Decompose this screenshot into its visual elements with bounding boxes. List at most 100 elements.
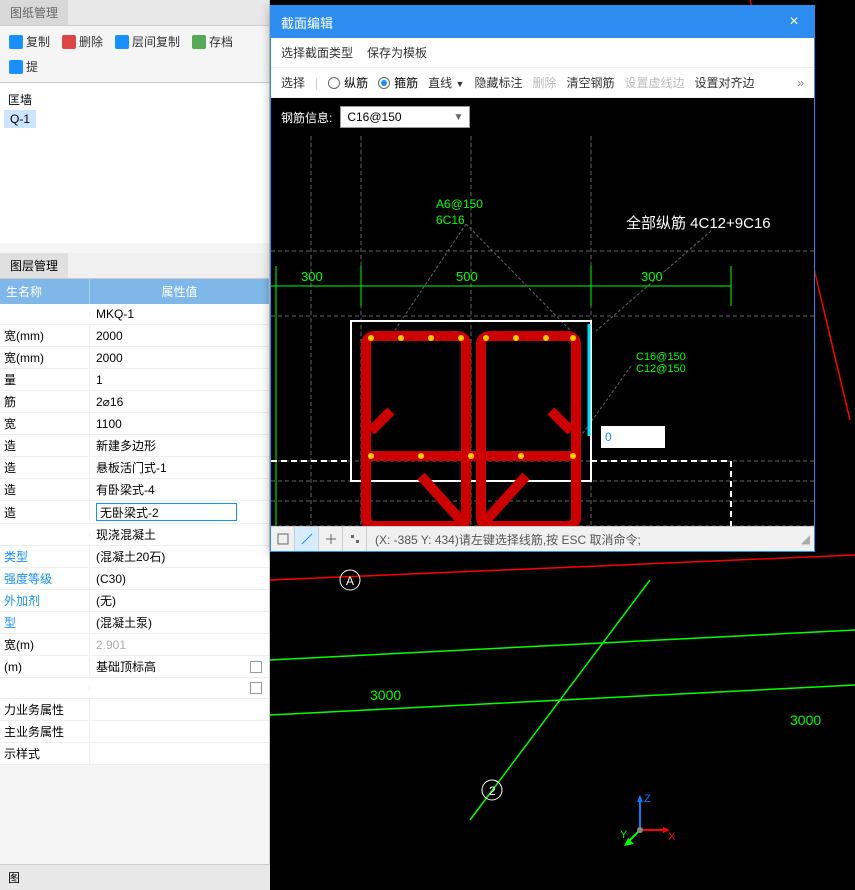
property-row[interactable]: MKQ-1	[0, 304, 269, 325]
prop-value[interactable]: MKQ-1	[90, 305, 243, 323]
submit-button[interactable]: 提	[4, 55, 43, 78]
prop-value-input[interactable]	[96, 503, 237, 521]
delete-button[interactable]: 删除	[57, 30, 108, 53]
prop-value[interactable]: 2000	[90, 327, 243, 345]
property-row[interactable]: (m)基础顶标高	[0, 656, 269, 678]
prop-name: 力业务属性	[0, 699, 90, 720]
prop-value[interactable]: 新建多边形	[90, 435, 243, 456]
prop-value[interactable]	[90, 501, 243, 523]
dialog-titlebar[interactable]: 截面编辑 ×	[271, 6, 814, 38]
tree-area[interactable]: 匡墙 Q-1	[0, 83, 269, 243]
property-row[interactable]: 宽1100	[0, 413, 269, 435]
prop-name: 宽(mm)	[0, 347, 90, 368]
property-row[interactable]: 宽(mm)2000	[0, 347, 269, 369]
property-row[interactable]: 现浇混凝土	[0, 524, 269, 546]
hide-annotation[interactable]: 隐藏标注	[474, 74, 522, 91]
property-row[interactable]: 造新建多边形	[0, 435, 269, 457]
tab-layer-mgmt[interactable]: 图层管理	[0, 253, 68, 278]
prop-name: 主业务属性	[0, 721, 90, 742]
save-as-template[interactable]: 保存为模板	[367, 44, 427, 61]
property-row[interactable]: 量1	[0, 369, 269, 391]
prop-name: 量	[0, 369, 90, 390]
property-row[interactable]: 强度等级(C30)	[0, 568, 269, 590]
rebar-info-combo[interactable]: C16@150▼	[340, 106, 470, 128]
property-row[interactable]: 型(混凝土泵)	[0, 612, 269, 634]
coordinate-readout: (X: -385 Y: 434)请左键选择线筋,按 ESC 取消命令;	[367, 531, 649, 548]
copy-button[interactable]: 复制	[4, 30, 55, 53]
prop-name	[0, 312, 90, 316]
prop-value[interactable]	[90, 686, 243, 690]
layer-copy-button[interactable]: 层间复制	[110, 30, 185, 53]
checkbox[interactable]	[250, 682, 262, 694]
prop-value[interactable]: (混凝土20石)	[90, 546, 243, 567]
section-canvas[interactable]: 300 500 300 A6@150 6C16 全部纵筋 4C12+9C16 C…	[271, 136, 814, 526]
prop-value[interactable]: 1	[90, 371, 243, 389]
label-c12-150: C12@150	[636, 363, 686, 375]
property-row[interactable]: 类型(混凝土20石)	[0, 546, 269, 568]
label-all-longitudinal: 全部纵筋 4C12+9C16	[626, 214, 771, 232]
prop-value[interactable]: 2⌀16	[90, 393, 243, 411]
prop-value[interactable]: (混凝土泵)	[90, 612, 243, 633]
ortho-mode-icon[interactable]	[295, 527, 319, 551]
select-section-type[interactable]: 选择截面类型	[281, 44, 353, 61]
property-row[interactable]: 宽(m)2.901	[0, 634, 269, 656]
delete-rebar[interactable]: 删除	[532, 74, 556, 91]
prop-value[interactable]: 2.901	[90, 636, 243, 654]
select-tool[interactable]: 选择	[281, 74, 305, 91]
prop-value[interactable]: 现浇混凝土	[90, 524, 243, 545]
prop-checkbox-cell	[243, 661, 269, 673]
property-row[interactable]: 造	[0, 501, 269, 524]
clear-rebar[interactable]: 清空钢筋	[566, 74, 614, 91]
set-dashed-edge[interactable]: 设置虚线边	[625, 74, 685, 91]
prop-value[interactable]	[90, 752, 243, 756]
prop-name: 筋	[0, 391, 90, 412]
dim-3000-2: 3000	[790, 712, 821, 728]
property-row[interactable]: 造有卧梁式-4	[0, 479, 269, 501]
property-row[interactable]: 示样式	[0, 743, 269, 765]
tree-item-selected[interactable]: Q-1	[4, 110, 36, 128]
prop-value[interactable]: 2000	[90, 349, 243, 367]
prop-value[interactable]: 基础顶标高	[90, 656, 243, 677]
set-align-edge[interactable]: 设置对齐边	[695, 74, 755, 91]
resize-grip-icon[interactable]: ◢	[797, 532, 814, 546]
prop-name: 造	[0, 502, 90, 523]
prop-header: 生名称 属性值	[0, 279, 269, 304]
checkbox[interactable]	[250, 661, 262, 673]
prop-value[interactable]: 有卧梁式-4	[90, 479, 243, 500]
tree-root[interactable]: 匡墙	[4, 89, 265, 110]
line-tool[interactable]: 直线 ▼	[428, 74, 464, 91]
prop-name: 强度等级	[0, 568, 90, 589]
radio-longitudinal[interactable]: 纵筋	[328, 74, 368, 91]
prop-value[interactable]: (无)	[90, 590, 243, 611]
more-icon[interactable]: »	[797, 76, 804, 90]
prop-value[interactable]: 1100	[90, 415, 243, 433]
prop-value[interactable]	[90, 730, 243, 734]
property-row[interactable]	[0, 678, 269, 699]
snap-perp-icon[interactable]	[319, 527, 343, 551]
snap-endpoint-icon[interactable]	[271, 527, 295, 551]
property-row[interactable]: 宽(mm)2000	[0, 325, 269, 347]
prop-value[interactable]	[90, 708, 243, 712]
prop-name: 造	[0, 435, 90, 456]
prop-value[interactable]: 悬板活门式-1	[90, 457, 243, 478]
property-row[interactable]: 造悬板活门式-1	[0, 457, 269, 479]
prop-header-name: 生名称	[0, 279, 90, 304]
archive-button[interactable]: 存档	[187, 30, 238, 53]
radio-stirrup[interactable]: 箍筋	[378, 74, 418, 91]
label-a6-150: A6@150	[436, 197, 483, 211]
tab-drawings[interactable]: 图纸管理	[0, 0, 68, 25]
property-row[interactable]: 外加剂(无)	[0, 590, 269, 612]
left-panel: 图纸管理 复制 删除 层间复制 存档 提 匡墙 Q-1 图层管理 生名称 属性值…	[0, 0, 270, 890]
bottom-tab[interactable]: 图	[0, 864, 270, 890]
snap-grid-icon[interactable]	[343, 527, 367, 551]
dimension-input[interactable]	[601, 426, 665, 448]
prop-name	[0, 686, 90, 690]
property-row[interactable]: 主业务属性	[0, 721, 269, 743]
property-row[interactable]: 筋2⌀16	[0, 391, 269, 413]
prop-name: 宽(mm)	[0, 325, 90, 346]
prop-value[interactable]: (C30)	[90, 570, 243, 588]
dialog-tool-row: 选择 | 纵筋 箍筋 直线 ▼ 隐藏标注 删除 清空钢筋 设置虚线边 设置对齐边…	[271, 68, 814, 98]
close-icon[interactable]: ×	[784, 12, 804, 32]
property-row[interactable]: 力业务属性	[0, 699, 269, 721]
prop-name	[0, 533, 90, 537]
